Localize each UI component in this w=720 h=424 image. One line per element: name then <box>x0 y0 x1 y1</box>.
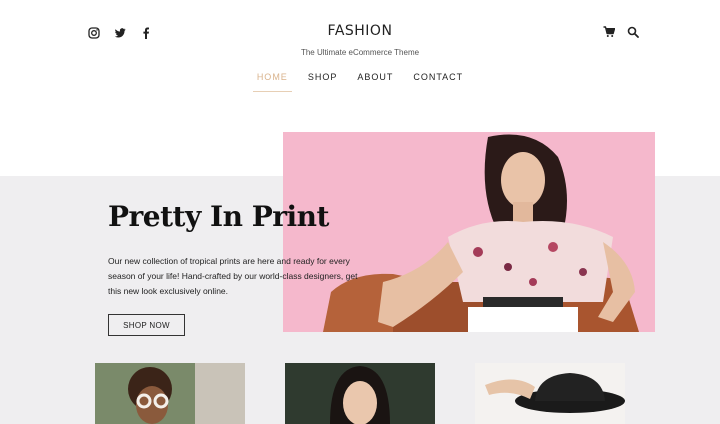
product-thumbnail-3[interactable] <box>475 363 625 424</box>
header-tools <box>603 26 639 38</box>
nav-item-home[interactable]: HOME <box>252 72 292 92</box>
product-thumbnail-1[interactable] <box>95 363 245 424</box>
nav-item-shop[interactable]: SHOP <box>304 72 342 92</box>
nav-item-contact[interactable]: CONTACT <box>409 72 467 92</box>
hero-title: Pretty In Print <box>108 200 329 233</box>
hero-image <box>283 132 655 332</box>
site-tagline: The Ultimate eCommerce Theme <box>300 48 420 57</box>
cart-icon[interactable] <box>603 26 615 38</box>
nav-item-about[interactable]: ABOUT <box>353 72 397 92</box>
search-icon[interactable] <box>627 26 639 38</box>
product-thumbnail-2[interactable] <box>285 363 435 424</box>
main-nav: HOME SHOP ABOUT CONTACT <box>0 72 720 92</box>
shop-now-button[interactable]: SHOP NOW <box>108 314 185 336</box>
hero-description: Our new collection of tropical prints ar… <box>108 256 358 296</box>
